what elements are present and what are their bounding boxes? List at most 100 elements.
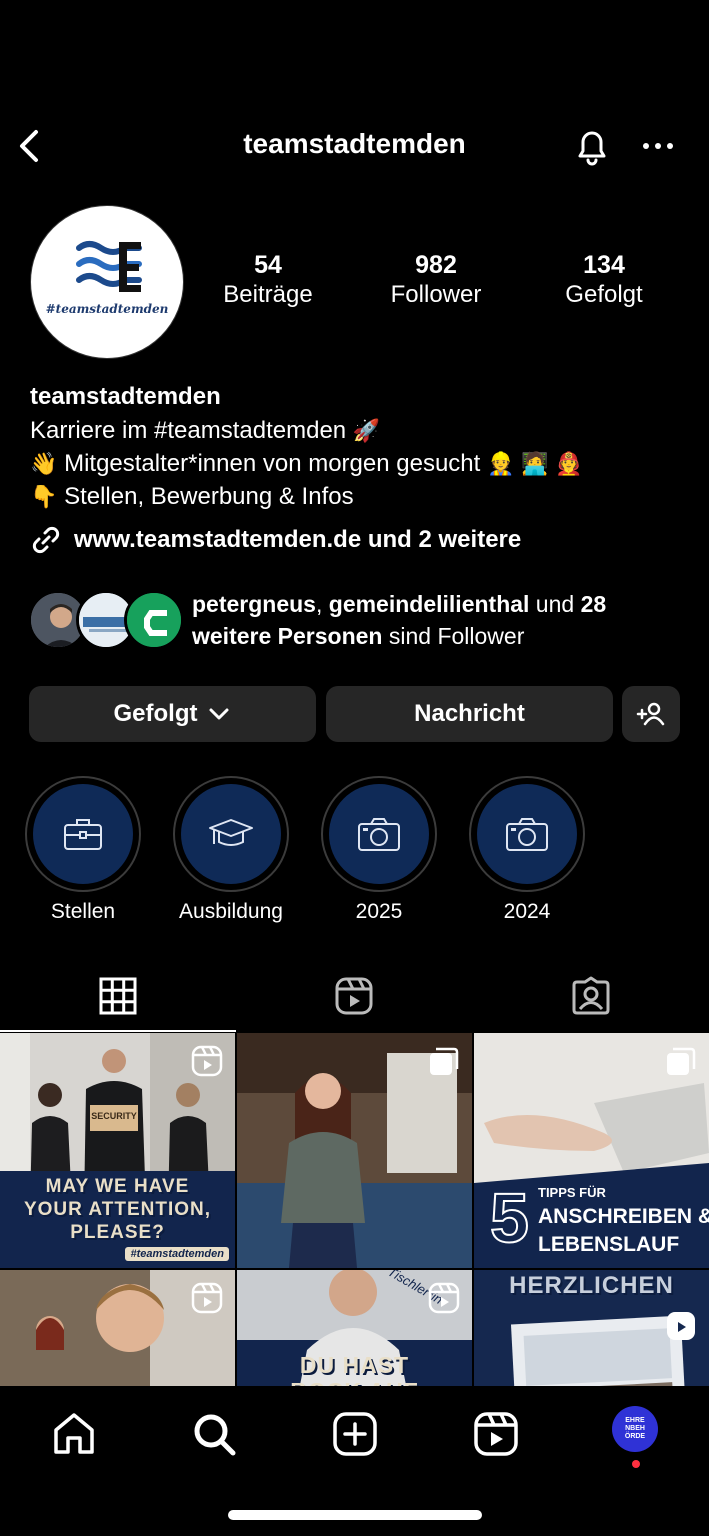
bio: teamstadtemden Karriere im #teamstadtemd… bbox=[30, 380, 690, 513]
highlight-ausbildung[interactable]: Ausbildung bbox=[173, 776, 289, 926]
posts-grid: SECURITY MAY WE HAVE YOUR ATTENTION, PLE… bbox=[0, 1033, 709, 1393]
post-caption-line-2: YOUR ATTENTION, bbox=[23, 1199, 212, 1220]
reel-badge-icon bbox=[428, 1282, 460, 1314]
mutual-user-2[interactable]: gemeindelilienthal bbox=[329, 591, 530, 617]
create-post-icon bbox=[333, 1412, 377, 1456]
nav-search[interactable] bbox=[190, 1410, 238, 1458]
link-icon bbox=[32, 526, 60, 554]
highlight-2025[interactable]: 2025 bbox=[321, 776, 437, 926]
bio-link-text: www.teamstadtemden.de und 2 weitere bbox=[74, 526, 522, 553]
bio-line-1-text: Karriere im #teamstadtemden bbox=[30, 417, 347, 444]
office-worker-icon: 🧑‍💻 bbox=[521, 451, 549, 476]
post-thumbnail-3[interactable]: 5 TIPPS FÜR ANSCHREIBEN & LEBENSLAUF bbox=[474, 1033, 709, 1268]
highlight-cover bbox=[181, 784, 281, 884]
bio-link[interactable]: www.teamstadtemden.de und 2 weitere bbox=[30, 522, 521, 558]
home-icon bbox=[54, 1413, 94, 1454]
bio-name: teamstadtemden bbox=[30, 383, 221, 410]
tab-reels[interactable] bbox=[236, 960, 472, 1032]
reels-icon bbox=[474, 1412, 518, 1456]
following-label: Gefolgt bbox=[565, 281, 643, 308]
highlight-ring bbox=[173, 776, 289, 892]
highlight-ring bbox=[469, 776, 585, 892]
reel-badge-icon bbox=[667, 1312, 695, 1340]
team-logo-icon bbox=[76, 241, 142, 292]
reels-icon bbox=[335, 977, 373, 1015]
bio-line-1: Karriere im #teamstadtemden 🚀 bbox=[30, 414, 690, 447]
followers-count: 982 bbox=[415, 251, 457, 279]
highlight-label: 2024 bbox=[503, 900, 551, 923]
nav-create[interactable] bbox=[331, 1410, 379, 1458]
post-caption-line-1: MAY WE HAVE bbox=[45, 1176, 190, 1197]
nav-profile[interactable]: EHRE NBEH ÖRDE bbox=[612, 1406, 658, 1468]
following-stat[interactable]: 134 Gefolgt bbox=[534, 250, 674, 310]
briefcase-icon bbox=[64, 819, 102, 850]
followers-label: Follower bbox=[390, 281, 482, 308]
tab-posts-grid[interactable] bbox=[0, 960, 236, 1032]
mutual-suffix: sind Follower bbox=[382, 623, 525, 649]
mutual-followers[interactable]: petergneus, gemeindelilienthal und 28 we… bbox=[28, 588, 688, 658]
profile-avatar-small-text: EHRE NBEH ÖRDE bbox=[624, 1417, 646, 1440]
bio-line-2: 👋 Mitgestalter*innen von morgen gesucht … bbox=[30, 447, 690, 480]
posts-stat[interactable]: 54 Beiträge bbox=[198, 250, 338, 310]
content-tabs bbox=[0, 960, 709, 1032]
post-caption: HERZLICHEN bbox=[509, 1272, 674, 1299]
post-caption: MAY WE HAVE YOUR ATTENTION, PLEASE? bbox=[0, 1175, 235, 1244]
avatar bbox=[124, 590, 184, 650]
post-thumbnail-5[interactable]: Tischler*in DU HAST BOCK AUF bbox=[237, 1270, 472, 1393]
waving-hand-icon: 👋 bbox=[30, 451, 58, 476]
message-button-label: Nachricht bbox=[414, 700, 525, 727]
highlight-label: Ausbildung bbox=[179, 900, 283, 923]
notification-dot bbox=[632, 1460, 640, 1468]
highlight-ring bbox=[25, 776, 141, 892]
bell-icon[interactable] bbox=[570, 124, 614, 168]
reel-badge-icon bbox=[191, 1282, 223, 1314]
bio-line-2-text: Mitgestalter*innen von morgen gesucht bbox=[64, 450, 481, 477]
reel-badge-icon bbox=[191, 1045, 223, 1077]
mutual-and: und bbox=[529, 591, 581, 617]
bio-line-3-text: Stellen, Bewerbung & Infos bbox=[64, 483, 354, 510]
home-indicator bbox=[228, 1510, 482, 1520]
nav-home[interactable] bbox=[50, 1410, 98, 1458]
graduation-cap-icon bbox=[209, 819, 253, 846]
profile-avatar-small: EHRE NBEH ÖRDE bbox=[612, 1406, 658, 1452]
camera-icon bbox=[506, 818, 548, 851]
highlight-stellen[interactable]: Stellen bbox=[25, 776, 141, 926]
mutual-user-1[interactable]: petergneus bbox=[192, 591, 316, 617]
add-person-icon bbox=[636, 702, 665, 726]
nav-reels[interactable] bbox=[472, 1410, 520, 1458]
worker-icon: 👷 bbox=[487, 451, 515, 476]
firefighter-icon: 🧑‍🚒 bbox=[555, 451, 583, 476]
followers-stat[interactable]: 982 Follower bbox=[366, 250, 506, 310]
suggest-people-button[interactable] bbox=[622, 686, 680, 742]
highlight-ring bbox=[321, 776, 437, 892]
search-icon bbox=[194, 1414, 236, 1456]
bio-line-3: 👇 Stellen, Bewerbung & Infos bbox=[30, 480, 690, 513]
highlight-cover bbox=[33, 784, 133, 884]
highlight-label: 2025 bbox=[355, 900, 403, 923]
top-bar: teamstadtemden bbox=[0, 110, 709, 182]
post-thumbnail-2[interactable] bbox=[237, 1033, 472, 1268]
mutual-avatars bbox=[28, 590, 188, 652]
post-caption-line-3: PLEASE? bbox=[70, 1222, 165, 1243]
security-sign-text: SECURITY bbox=[91, 1111, 137, 1121]
following-button[interactable]: Gefolgt bbox=[29, 686, 316, 742]
posts-label: Beiträge bbox=[223, 281, 313, 308]
tab-tagged[interactable] bbox=[473, 960, 709, 1032]
post-tipps-line-2: ANSCHREIBEN & bbox=[538, 1205, 709, 1228]
post-thumbnail-6[interactable]: HERZLICHEN bbox=[474, 1270, 709, 1393]
grid-icon bbox=[99, 977, 137, 1015]
post-thumbnail-4[interactable] bbox=[0, 1270, 235, 1393]
highlight-2024[interactable]: 2024 bbox=[469, 776, 585, 926]
carousel-badge-icon bbox=[430, 1047, 459, 1075]
profile-avatar[interactable]: #teamstadtemden bbox=[30, 205, 184, 359]
rocket-icon: 🚀 bbox=[352, 418, 381, 443]
more-options-icon[interactable] bbox=[638, 128, 678, 164]
post-hashtag: #teamstadtemden bbox=[125, 1247, 229, 1261]
post-caption-line-1: DU HAST bbox=[299, 1352, 410, 1378]
avatar-hashtag: #teamstadtemden bbox=[45, 302, 169, 316]
message-button[interactable]: Nachricht bbox=[326, 686, 613, 742]
posts-count: 54 bbox=[254, 251, 282, 279]
following-button-label: Gefolgt bbox=[113, 700, 198, 727]
post-thumbnail-1[interactable]: SECURITY MAY WE HAVE YOUR ATTENTION, PLE… bbox=[0, 1033, 235, 1268]
chevron-down-icon bbox=[209, 708, 228, 720]
